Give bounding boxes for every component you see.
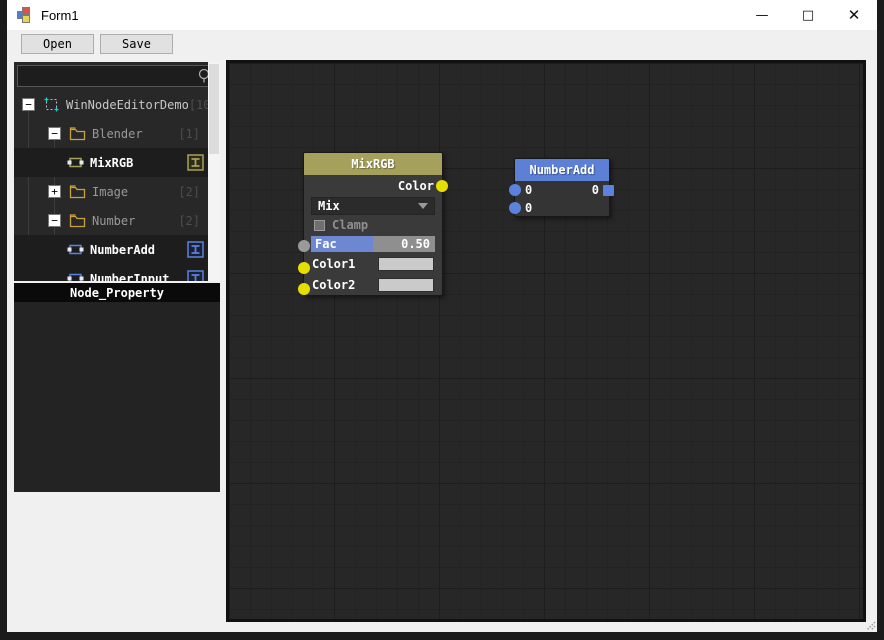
tree-item-mixrgb[interactable]: MixRGB [14,148,208,177]
numberadd-row2: 0 [515,199,609,217]
numberadd-output-socket[interactable] [603,185,614,196]
tree-item-label: Image [92,184,129,199]
clamp-option[interactable]: Clamp [304,215,442,235]
desktop-background: Form1 — □ ✕ Open Save − WinNodeEditorDem… [0,0,884,640]
node-icon [67,157,84,168]
tree-item-image[interactable]: + Image [2] [14,177,208,206]
tree-item-label: NumberInput [90,271,170,282]
expand-toggle-icon[interactable]: + [48,185,61,198]
tree-item-winnodeeditordemo[interactable]: − WinNodeEditorDemo [10] [14,90,218,119]
fac-slider-track: 0.50 [373,236,435,252]
fac-value: 0.50 [401,237,430,251]
project-marquee-icon [44,97,59,112]
maximize-button[interactable]: □ [785,0,831,30]
color2-input-socket[interactable] [298,283,310,295]
search-input[interactable] [18,69,197,83]
collapse-toggle-icon[interactable]: − [48,127,61,140]
node-icon [67,273,84,281]
open-button[interactable]: Open [21,34,94,54]
numberadd-input2-socket[interactable] [509,202,521,214]
minimize-button[interactable]: — [739,0,785,30]
tree-item-label: WinNodeEditorDemo [66,97,189,112]
tree-item-number[interactable]: − Number [2] [14,206,208,235]
node-type-badge-icon [187,154,204,171]
node-mixrgb-title[interactable]: MixRGB [304,153,442,175]
tree-scrollbar[interactable] [208,62,220,281]
search-box[interactable] [17,65,217,87]
fac-slider-fill: Fac [311,236,373,252]
node-tree-panel: − WinNodeEditorDemo [10] − Blender [1] M… [14,62,220,281]
app-window: Form1 — □ ✕ Open Save − WinNodeEditorDem… [7,0,877,632]
node-type-badge-icon [187,241,204,258]
blend-mode-dropdown[interactable]: Mix [311,197,435,215]
color1-input-row: Color1 [304,253,442,274]
node-mixrgb[interactable]: MixRGB Color Mix Clamp Fac 0.50 Color1 C… [298,152,448,296]
numberadd-input1-socket[interactable] [509,184,521,196]
folder-icon [69,127,86,141]
numberadd-output-value: 0 [591,183,599,197]
blend-mode-value: Mix [318,199,340,213]
folder-icon [69,214,86,228]
tree-item-label: NumberAdd [90,242,156,257]
tree-item-count: [2] [178,213,200,228]
app-icon [17,7,33,23]
tree-item-count: [1] [178,126,200,141]
color-output-socket[interactable] [436,180,448,192]
color1-input-socket[interactable] [298,262,310,274]
fac-slider[interactable]: Fac 0.50 [311,236,435,252]
numberadd-row1: 0 0 [515,181,609,199]
node-numberadd-title[interactable]: NumberAdd [515,159,609,181]
tree-item-count: [2] [178,184,200,199]
tree-item-numberadd[interactable]: NumberAdd [14,235,208,264]
tree-item-blender[interactable]: − Blender [1] [14,119,208,148]
color1-swatch[interactable] [378,256,434,271]
node-numberadd[interactable]: NumberAdd 0 0 0 [509,158,614,217]
title-bar[interactable]: Form1 — □ ✕ [7,0,877,30]
tree-item-numberinput[interactable]: NumberInput [14,264,208,281]
collapse-toggle-icon[interactable]: − [48,214,61,227]
tree-item-label: Number [92,213,136,228]
tree-item-label: Blender [92,126,143,141]
tree: − WinNodeEditorDemo [10] − Blender [1] M… [14,90,218,281]
node-type-badge-icon [187,270,204,281]
collapse-toggle-icon[interactable]: − [22,98,35,111]
mixrgb-output-row: Color [304,175,442,197]
clamp-checkbox[interactable] [314,219,325,231]
toolbar: Open Save [7,30,877,60]
tree-scrollbar-thumb[interactable] [209,64,219,154]
window-resize-grip[interactable] [863,618,877,632]
node-property-panel: Node_Property [14,283,220,492]
clamp-label: Clamp [332,218,369,232]
close-button[interactable]: ✕ [831,0,877,30]
color2-label: Color2 [312,277,356,292]
color2-input-row: Color2 [304,274,442,295]
numberadd-input1-value: 0 [525,183,533,197]
color2-swatch[interactable] [378,277,434,292]
node-icon [67,244,84,255]
node-property-title: Node_Property [14,283,220,302]
chevron-down-icon [418,203,428,209]
save-button[interactable]: Save [100,34,173,54]
window-title: Form1 [41,7,79,23]
tree-item-label: MixRGB [90,155,134,170]
node-editor-grid[interactable]: MixRGB Color Mix Clamp Fac 0.50 Color1 C… [229,63,863,619]
node-editor-canvas[interactable]: MixRGB Color Mix Clamp Fac 0.50 Color1 C… [226,60,866,622]
numberadd-input2-value: 0 [525,201,533,215]
color1-label: Color1 [312,256,356,271]
fac-input-socket[interactable] [298,240,310,252]
fac-label: Fac [315,237,337,251]
folder-icon [69,185,86,199]
output-color-label: Color [397,179,434,193]
